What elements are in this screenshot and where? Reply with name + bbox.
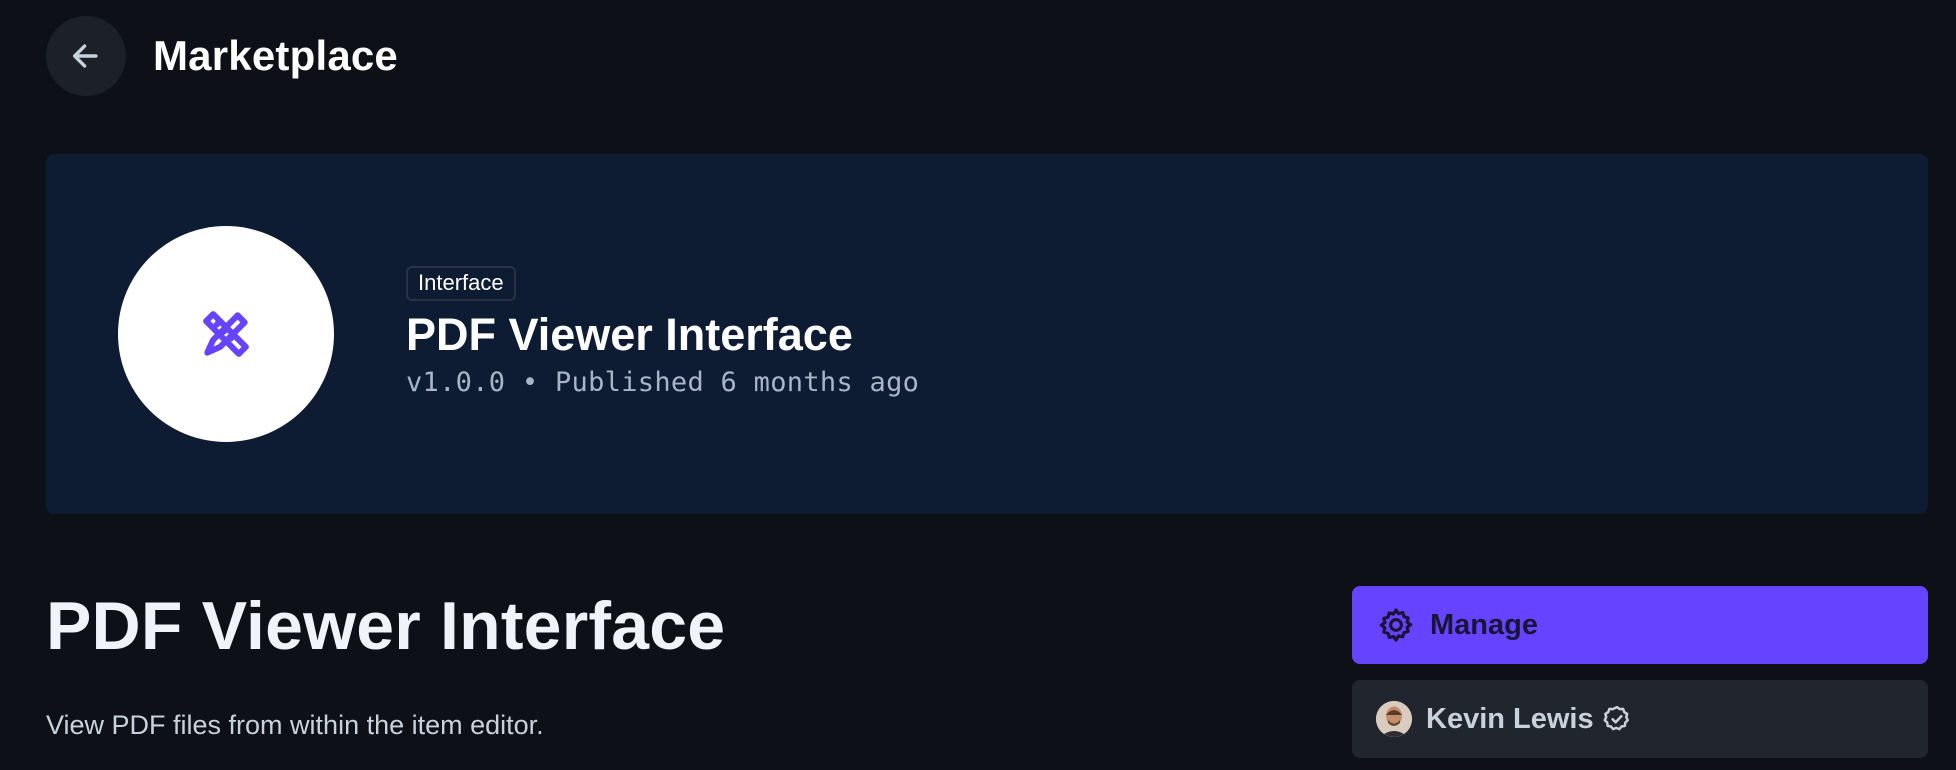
author-name: Kevin Lewis <box>1426 702 1594 735</box>
marketplace-page: Marketplace Interface PDF Viewer Interfa… <box>0 0 1956 770</box>
back-button[interactable] <box>46 16 126 96</box>
avatar <box>1376 701 1412 737</box>
content-title: PDF Viewer Interface <box>46 588 726 664</box>
extension-title: PDF Viewer Interface <box>406 309 853 360</box>
page-title: Marketplace <box>153 32 398 79</box>
extension-description: View PDF files from within the item edit… <box>46 710 544 740</box>
type-badge: Interface <box>406 266 516 301</box>
extension-banner: Interface PDF Viewer Interface v1.0.0 • … <box>46 154 1928 514</box>
verified-badge-icon <box>1602 704 1632 734</box>
author-card[interactable]: Kevin Lewis <box>1352 680 1928 758</box>
version-published-meta: v1.0.0 • Published 6 months ago <box>406 367 920 398</box>
manage-label: Manage <box>1430 608 1538 641</box>
arrow-left-icon <box>72 44 98 68</box>
page-header: Marketplace <box>46 16 398 96</box>
ruler-pencil-icon <box>203 311 249 357</box>
extension-info: Interface PDF Viewer Interface v1.0.0 • … <box>406 266 919 398</box>
gear-icon <box>1376 605 1416 645</box>
extension-logo <box>118 226 334 442</box>
manage-button[interactable]: Manage <box>1352 586 1928 664</box>
